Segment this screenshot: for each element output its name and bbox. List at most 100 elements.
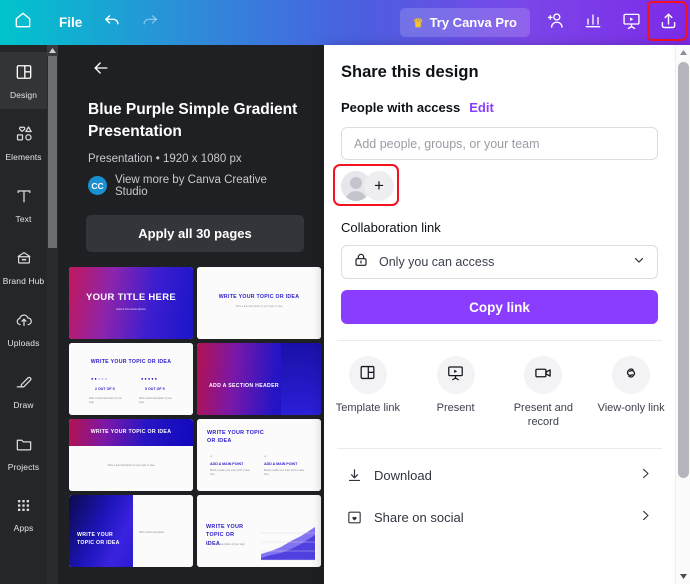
share-button[interactable] [647, 0, 687, 45]
home-button[interactable] [0, 10, 46, 35]
edit-access-link[interactable]: Edit [469, 100, 494, 115]
thumbnail-subtext: Write a brief description [139, 530, 165, 534]
quick-action-label: Present and record [513, 402, 574, 428]
quick-action-present[interactable]: Present [412, 356, 500, 430]
thumbnail-image-block [281, 342, 321, 415]
sidebar-item-label: Apps [13, 523, 34, 533]
sidebar-item-label: Text [15, 213, 32, 224]
collaborator-avatars: + [333, 164, 403, 206]
template-thumbnail[interactable]: WRITE YOUR TOPIC OR IDEA ●●○○○ ●●●●● 2 O… [69, 342, 193, 415]
access-level-select[interactable]: Only you can access [341, 245, 658, 279]
quick-actions-row: Template link Present Present and record… [324, 356, 675, 430]
lock-icon [353, 252, 369, 273]
try-canva-pro-button[interactable]: ♛ Try Canva Pro [399, 8, 530, 37]
thumbnail-col-title: ADD A MAIN POINT [210, 461, 244, 466]
share-upload-icon [658, 10, 679, 36]
sidebar-item-design[interactable]: Design [0, 52, 47, 109]
sidebar-item-draw[interactable]: Draw [0, 362, 47, 419]
thumbnail-area-chart [261, 526, 315, 561]
design-panels-icon [14, 62, 34, 87]
collaborators-button[interactable] [536, 0, 574, 45]
template-thumbnail[interactable]: WRITE YOUR TOPIC OR IDEA Write a brief d… [69, 418, 193, 491]
sidebar-item-uploads[interactable]: Uploads [0, 300, 47, 357]
icon-circle [348, 356, 387, 394]
sidebar-item-elements[interactable]: Elements [0, 114, 47, 171]
add-collaborator-button[interactable]: + [364, 171, 394, 201]
thumbnail-subtext: Write a brief description of your topic … [235, 304, 283, 308]
divider [337, 447, 662, 449]
quick-action-label: Present [436, 402, 475, 414]
thumbnail-col-kicker: 02 [264, 455, 267, 458]
template-author-link[interactable]: CC View more by Canva Creative Studio [88, 174, 302, 198]
present-screen-icon [446, 363, 465, 387]
share-dialog: Share this design People with access Edi… [324, 45, 690, 584]
template-thumbnail[interactable]: ADD A SECTION HEADER [197, 342, 321, 415]
sidebar-item-label: Uploads [7, 337, 40, 348]
quick-action-view-only-link[interactable]: View-only link [587, 356, 675, 430]
sidebar-item-label: Projects [7, 461, 40, 472]
redo-button[interactable] [131, 0, 169, 45]
template-thumbnail[interactable]: WRITE YOUR TOPIC OR IDEA Write a brief d… [197, 494, 321, 567]
back-button[interactable] [86, 55, 116, 85]
apply-all-pages-button[interactable]: Apply all 30 pages [86, 214, 304, 252]
template-thumbnail[interactable]: YOUR TITLE HERE Add a brief description [69, 266, 193, 339]
thumbnail-subtext: Write a brief description of your topic … [107, 463, 155, 467]
apps-grid-icon [14, 496, 33, 520]
menu-item-share-on-social[interactable]: Share on social [324, 497, 675, 539]
video-camera-icon [533, 363, 553, 388]
try-canva-pro-label: Try Canva Pro [429, 15, 517, 30]
dialog-scroll-down-arrow[interactable] [676, 569, 690, 584]
menu-item-download[interactable]: Download [324, 455, 675, 497]
home-icon [13, 10, 33, 35]
sidebar-item-apps[interactable]: Apps [0, 486, 47, 543]
undo-icon [102, 10, 122, 35]
insights-button[interactable] [574, 0, 612, 45]
download-icon [346, 467, 374, 484]
dialog-scroll-up-arrow[interactable] [676, 45, 690, 60]
sidebar-item-brand-hub[interactable]: Brand Hub [0, 238, 47, 295]
present-button[interactable] [612, 0, 650, 45]
thumbnail-heading: WRITE YOUR TOPIC OR IDEA [77, 531, 120, 546]
divider [337, 340, 662, 341]
bar-chart-icon [583, 10, 603, 35]
text-t-icon [14, 186, 34, 211]
panel-scroll-thumb[interactable] [48, 56, 57, 248]
folder-icon [14, 434, 34, 459]
thumbnail-col-kicker: 01 [210, 455, 213, 458]
icon-circle [524, 356, 563, 394]
sidebar-item-text[interactable]: Text [0, 176, 47, 233]
file-menu-button[interactable]: File [48, 10, 93, 35]
quick-action-template-link[interactable]: Template link [324, 356, 412, 430]
top-toolbar: File ♛ Try Canva Pro [0, 0, 690, 45]
dialog-scrollbar[interactable] [675, 45, 690, 584]
add-person-icon [545, 10, 566, 36]
heart-badge-icon [346, 509, 374, 526]
copy-link-button[interactable]: Copy link [341, 290, 658, 324]
sidebar-item-label: Draw [13, 399, 34, 410]
dialog-scroll-thumb[interactable] [678, 62, 689, 478]
redo-icon [140, 10, 160, 35]
template-panels-icon [358, 363, 377, 387]
quick-action-present-and-record[interactable]: Present and record [500, 356, 588, 430]
add-people-input[interactable]: Add people, groups, or your team [341, 127, 658, 160]
undo-button[interactable] [93, 0, 131, 45]
left-rail: Design Elements Text Brand Hub Uploads D… [0, 45, 47, 584]
thumbnail-stat: 2 OUT OF 5 [95, 386, 115, 391]
panel-scrollbar[interactable] [47, 45, 58, 584]
sidebar-item-projects[interactable]: Projects [0, 424, 47, 481]
template-thumbnail[interactable]: WRITE YOUR TOPIC OR IDEA Write a brief d… [197, 266, 321, 339]
template-thumbnail[interactable]: WRITE YOUR TOPIC OR IDEA Write a brief d… [69, 494, 193, 567]
chevron-down-icon [632, 253, 646, 272]
panel-scroll-up-arrow[interactable] [47, 45, 58, 56]
crown-icon: ♛ [412, 15, 424, 30]
icon-circle [612, 356, 651, 394]
menu-item-label: Download [374, 468, 432, 483]
draw-pen-icon [14, 372, 34, 397]
thumbnail-rating-dots: ●●●●● [141, 375, 159, 381]
canva-editor-window: File ♛ Try Canva Pro Design Elements Tex… [0, 0, 690, 584]
elements-shapes-icon [14, 124, 34, 149]
design-template-panel: Blue Purple Simple Gradient Presentation… [47, 45, 332, 584]
template-thumbnail[interactable]: WRITE YOUR TOPIC OR IDEA 01 ADD A MAIN P… [197, 418, 321, 491]
thumbnail-subtext: Write a brief description of your topic [206, 542, 245, 546]
access-level-value: Only you can access [379, 255, 495, 269]
